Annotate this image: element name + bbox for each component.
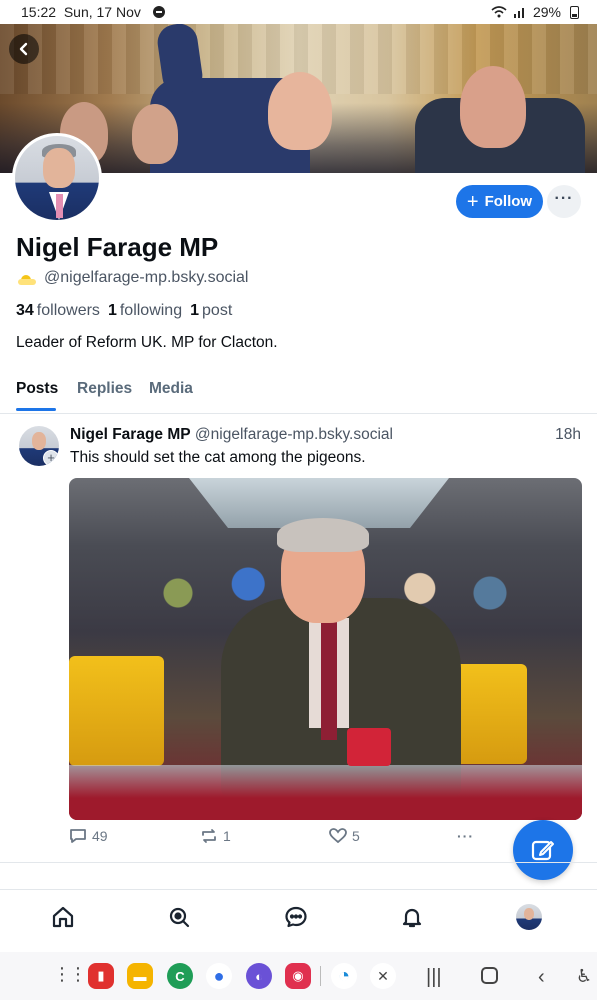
back-button[interactable] (9, 34, 39, 64)
dock-divider (320, 966, 321, 986)
tab-media[interactable]: Media (149, 380, 193, 398)
messages-app-icon[interactable]: ● (206, 963, 232, 989)
nav-notifications[interactable] (398, 903, 426, 931)
reply-button[interactable]: 49 (69, 828, 108, 844)
search-icon (169, 907, 190, 928)
wifi-icon (491, 6, 507, 18)
post-author-name[interactable]: Nigel Farage MP (70, 426, 191, 443)
like-button[interactable]: 5 (329, 828, 360, 844)
feed-divider (0, 862, 597, 863)
heart-icon (329, 828, 347, 844)
chat-icon (285, 906, 307, 928)
posts-count: 1 post (190, 302, 233, 319)
profile-bio: Leader of Reform UK. MP for Clacton. (16, 334, 278, 351)
follow-label: Follow (484, 193, 533, 210)
like-count: 5 (352, 828, 360, 844)
accessibility-icon[interactable]: ♿ (576, 966, 592, 987)
post-more-button[interactable]: ··· (457, 828, 474, 844)
nav-search[interactable] (165, 903, 193, 931)
post-author-avatar[interactable]: + (19, 426, 59, 466)
app-icon-green[interactable]: C (167, 963, 193, 989)
battery-percent: 29% (532, 4, 561, 20)
do-not-disturb-icon (153, 6, 165, 18)
recents-button[interactable]: ||| (426, 966, 442, 989)
camera-app-icon[interactable]: ◉ (285, 963, 311, 989)
repost-button[interactable]: 1 (200, 828, 231, 844)
edge-browser-icon[interactable]: ◔ (331, 963, 357, 989)
bell-icon (402, 908, 422, 928)
home-icon (52, 906, 74, 928)
profile-handle-row: @nigelfarage-mp.bsky.social (16, 269, 248, 287)
folder-app-icon[interactable]: ▬ (127, 963, 153, 989)
profile-stats: 34 followers 1 following 1 post (16, 302, 232, 320)
nav-divider (0, 889, 597, 890)
compose-button[interactable] (513, 820, 573, 880)
tab-replies[interactable]: Replies (77, 380, 132, 398)
repost-icon (202, 829, 216, 843)
status-time: 15:22 Sun, 17 Nov (21, 4, 141, 20)
battery-icon (570, 5, 579, 19)
post-author-handle[interactable]: @nigelfarage-mp.bsky.social (195, 426, 393, 443)
status-bar: 15:22 Sun, 17 Nov 29% (0, 0, 597, 24)
post-image[interactable] (69, 478, 582, 820)
repost-count: 1 (223, 828, 231, 844)
post-header: Nigel Farage MP @nigelfarage-mp.bsky.soc… (70, 426, 393, 444)
app-icon-red[interactable]: ▮ (88, 963, 114, 989)
reply-count: 49 (92, 828, 108, 844)
plus-icon: + (43, 450, 59, 466)
profile-tabs: Posts Replies Media (0, 378, 597, 414)
follow-button[interactable]: + Follow (456, 185, 543, 218)
post-timestamp[interactable]: 18h (555, 426, 581, 444)
profile-more-button[interactable]: ··· (547, 185, 581, 218)
plus-icon: + (466, 190, 479, 213)
active-tab-indicator (16, 408, 56, 411)
following-link[interactable]: 1 following (108, 302, 182, 320)
signal-icon (513, 8, 524, 18)
nav-chat[interactable] (282, 903, 310, 931)
reply-icon (70, 829, 86, 843)
post-text: This should set the cat among the pigeon… (70, 449, 366, 466)
multi-app-icon[interactable]: ✕ (370, 963, 396, 989)
nav-profile-avatar[interactable] (516, 904, 542, 930)
back-nav-button[interactable]: ‹ (538, 966, 545, 989)
chevron-left-icon (19, 42, 28, 56)
post-actions: 49 1 5 ··· (69, 828, 489, 850)
profile-handle: @nigelfarage-mp.bsky.social (44, 269, 249, 286)
tab-posts[interactable]: Posts (16, 380, 58, 398)
home-button[interactable] (481, 967, 498, 984)
sun-cloud-icon (16, 271, 36, 285)
nav-home[interactable] (49, 903, 77, 931)
status-right: 29% (491, 4, 579, 20)
compose-icon (531, 840, 554, 861)
followers-link[interactable]: 34 followers (16, 302, 100, 320)
profile-display-name: Nigel Farage MP (16, 232, 219, 262)
app-icon-purple[interactable]: ◐ (246, 963, 272, 989)
profile-avatar[interactable] (12, 133, 102, 223)
